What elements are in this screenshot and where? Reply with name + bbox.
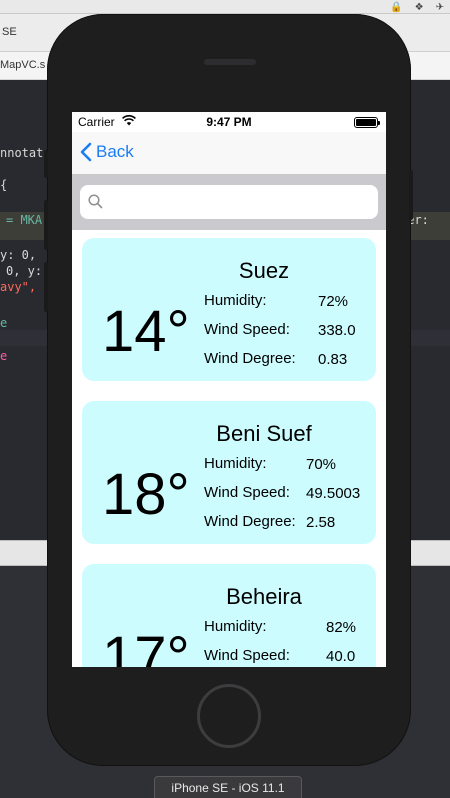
back-button[interactable]: Back (80, 142, 134, 162)
wind-speed-label: Wind Speed: (204, 321, 290, 338)
humidity-label: Humidity: (204, 455, 267, 472)
earpiece-speaker (204, 59, 256, 65)
status-time: 9:47 PM (206, 115, 252, 129)
temperature: 18° (102, 462, 190, 527)
wind-degree-value: 0.83 (318, 351, 348, 368)
navigation-bar: Back (72, 132, 386, 175)
wind-speed-label: Wind Speed: (204, 484, 290, 501)
city-weather-card[interactable]: Suez 14° Humidity: 72% Wind Speed: 338.0… (82, 238, 376, 381)
mute-switch (44, 150, 48, 178)
temperature: 14° (102, 299, 190, 364)
home-button[interactable] (197, 684, 261, 748)
wind-speed-value: 49.5003 (306, 485, 361, 502)
battery-icon (354, 117, 380, 128)
back-label: Back (96, 142, 134, 161)
code-line: nnotat (0, 146, 44, 160)
city-weather-card[interactable]: Beheira 17° Humidity: 82% Wind Speed: 40… (82, 564, 376, 667)
wind-speed-label: Wind Speed: (204, 647, 290, 664)
search-input[interactable] (80, 185, 378, 219)
code-line: e (0, 316, 8, 330)
power-button[interactable] (409, 170, 413, 220)
code-line: = MKA (6, 213, 43, 227)
wind-degree-label: Wind Degree: (204, 350, 296, 367)
volume-up-button[interactable] (44, 200, 48, 250)
simulator-device-label: iPhone SE - iOS 11.1 (154, 776, 302, 798)
volume-down-button[interactable] (44, 262, 48, 312)
humidity-value: 72% (318, 293, 349, 310)
menubar-tray: 🔒 ❖ ✈ (390, 0, 444, 14)
lock-icon[interactable]: 🔒 (390, 2, 402, 13)
city-name: Beni Suef (216, 421, 312, 446)
wind-degree-label: Wind Degree: (204, 513, 296, 530)
code-line: avy", (0, 280, 37, 294)
wind-speed-value: 40.0 (326, 648, 356, 665)
mac-menubar: 🔒 ❖ ✈ (0, 0, 450, 14)
chevron-left-icon (80, 142, 92, 162)
status-bar: Carrier 9:47 PM (72, 112, 386, 132)
humidity-value: 70% (306, 456, 337, 473)
humidity-label: Humidity: (204, 618, 267, 635)
dropbox-icon[interactable]: ❖ (415, 2, 424, 13)
city-name: Beheira (226, 584, 302, 609)
humidity-value: 82% (326, 619, 357, 636)
temperature: 17° (102, 625, 190, 667)
code-line: 0, y: (6, 264, 43, 278)
code-line: { (0, 178, 8, 192)
wind-degree-value: 2.58 (306, 514, 336, 531)
xcode-tab-label[interactable]: SE (2, 26, 17, 38)
city-list[interactable]: Suez 14° Humidity: 72% Wind Speed: 338.0… (72, 230, 386, 667)
wind-speed-value: 338.0 (318, 322, 356, 339)
airplane-icon[interactable]: ✈ (436, 2, 444, 13)
city-weather-card[interactable]: Beni Suef 18° Humidity: 70% Wind Speed: … (82, 401, 376, 544)
search-bar (72, 175, 386, 230)
xcode-file-name[interactable]: MapVC.s (0, 59, 45, 71)
code-line: y: 0, (0, 248, 37, 262)
search-icon (88, 194, 103, 214)
code-line: e (0, 349, 8, 363)
humidity-label: Humidity: (204, 292, 267, 309)
simulator-screen: Carrier 9:47 PM Back Suez 14° Humidity: … (72, 112, 386, 667)
city-name: Suez (238, 258, 290, 283)
